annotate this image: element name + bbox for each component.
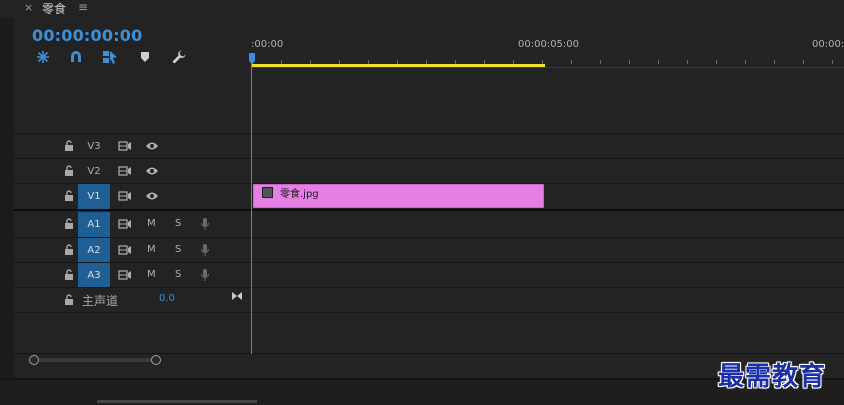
ruler-label-start: :00:00 <box>251 39 284 50</box>
mute-button[interactable]: M <box>147 269 156 280</box>
ruler-tick <box>600 60 601 64</box>
sync-lock-icon[interactable] <box>118 245 132 255</box>
solo-button[interactable]: S <box>175 218 181 229</box>
lock-icon[interactable] <box>64 140 74 152</box>
track-target-a1[interactable]: A1 <box>78 212 110 237</box>
add-marker-icon[interactable] <box>137 49 153 65</box>
row-divider <box>14 312 844 313</box>
track-header-a3[interactable]: A3 M S <box>0 263 250 287</box>
wrench-settings-icon[interactable] <box>171 49 187 65</box>
playhead-handle[interactable] <box>249 53 255 63</box>
go-to-in-out-icon[interactable] <box>231 291 243 301</box>
master-track-label: 主声道 <box>82 294 119 308</box>
lock-icon[interactable] <box>64 165 74 177</box>
watermark-text: 最需教育 <box>718 362 827 392</box>
lock-icon[interactable] <box>64 218 74 230</box>
playhead-timecode[interactable]: 00:00:00:00 <box>32 26 142 45</box>
work-area-bar[interactable] <box>252 64 545 67</box>
track-target-v3[interactable]: V3 <box>78 134 110 158</box>
lock-icon[interactable] <box>64 269 74 281</box>
zoom-scroll-end-handle[interactable] <box>151 355 161 365</box>
sync-lock-icon[interactable] <box>118 191 132 201</box>
solo-button[interactable]: S <box>175 244 181 255</box>
track-header-a1[interactable]: A1 M S <box>0 212 250 237</box>
eye-icon[interactable] <box>145 191 159 201</box>
row-divider <box>14 287 844 288</box>
ruler-tick <box>571 60 572 64</box>
ruler-label-10s: 00:00:1 <box>812 39 844 50</box>
playhead-line[interactable] <box>251 60 252 354</box>
zoom-scroll-start-handle[interactable] <box>29 355 39 365</box>
microphone-icon[interactable] <box>200 217 210 231</box>
track-header-v2[interactable]: V2 <box>0 159 250 183</box>
empty-track-space <box>14 70 844 132</box>
ruler-tick <box>745 60 746 64</box>
ruler-tick <box>658 60 659 64</box>
lock-icon[interactable] <box>64 244 74 256</box>
ruler-baseline <box>250 67 844 68</box>
panel-tab-bar <box>0 0 844 18</box>
eye-icon[interactable] <box>145 141 159 151</box>
sync-lock-icon[interactable] <box>118 219 132 229</box>
ruler-label-5s: 00:00:05:00 <box>518 39 580 50</box>
row-divider <box>14 353 844 354</box>
ruler-tick <box>803 60 804 64</box>
ruler-tick <box>774 60 775 64</box>
mute-button[interactable]: M <box>147 244 156 255</box>
master-volume-value[interactable]: 0.0 <box>159 293 175 304</box>
sync-lock-icon[interactable] <box>118 166 132 176</box>
ruler-tick <box>716 60 717 64</box>
track-target-a2[interactable]: A2 <box>78 238 110 262</box>
lock-icon[interactable] <box>64 294 74 306</box>
ruler-tick <box>629 60 630 64</box>
insert-sequence-nest-icon[interactable] <box>35 49 51 65</box>
sync-lock-icon[interactable] <box>118 270 132 280</box>
snap-magnet-icon[interactable] <box>68 49 84 65</box>
eye-icon[interactable] <box>145 166 159 176</box>
panel-menu-icon[interactable]: ≡ <box>78 0 88 14</box>
ruler-tick <box>832 60 833 64</box>
linked-selection-icon[interactable] <box>102 49 118 65</box>
image-clip-icon <box>262 187 273 198</box>
microphone-icon[interactable] <box>200 243 210 257</box>
solo-button[interactable]: S <box>175 269 181 280</box>
zoom-scrollbar[interactable] <box>33 358 157 362</box>
track-header-a2[interactable]: A2 M S <box>0 238 250 262</box>
track-target-v1[interactable]: V1 <box>78 184 110 209</box>
sequence-tab-title[interactable]: 零食 <box>42 0 66 17</box>
track-header-v1[interactable]: V1 <box>0 184 250 209</box>
microphone-icon[interactable] <box>200 268 210 282</box>
sync-lock-icon[interactable] <box>118 141 132 151</box>
ruler-tick <box>687 60 688 64</box>
clip-name: 零食.jpg <box>280 189 319 200</box>
track-header-v3[interactable]: V3 <box>0 134 250 158</box>
video-audio-divider <box>14 209 844 211</box>
mute-button[interactable]: M <box>147 218 156 229</box>
track-target-a3[interactable]: A3 <box>78 263 110 287</box>
close-tab-icon[interactable]: × <box>24 1 33 14</box>
lock-icon[interactable] <box>64 190 74 202</box>
track-target-v2[interactable]: V2 <box>78 159 110 183</box>
